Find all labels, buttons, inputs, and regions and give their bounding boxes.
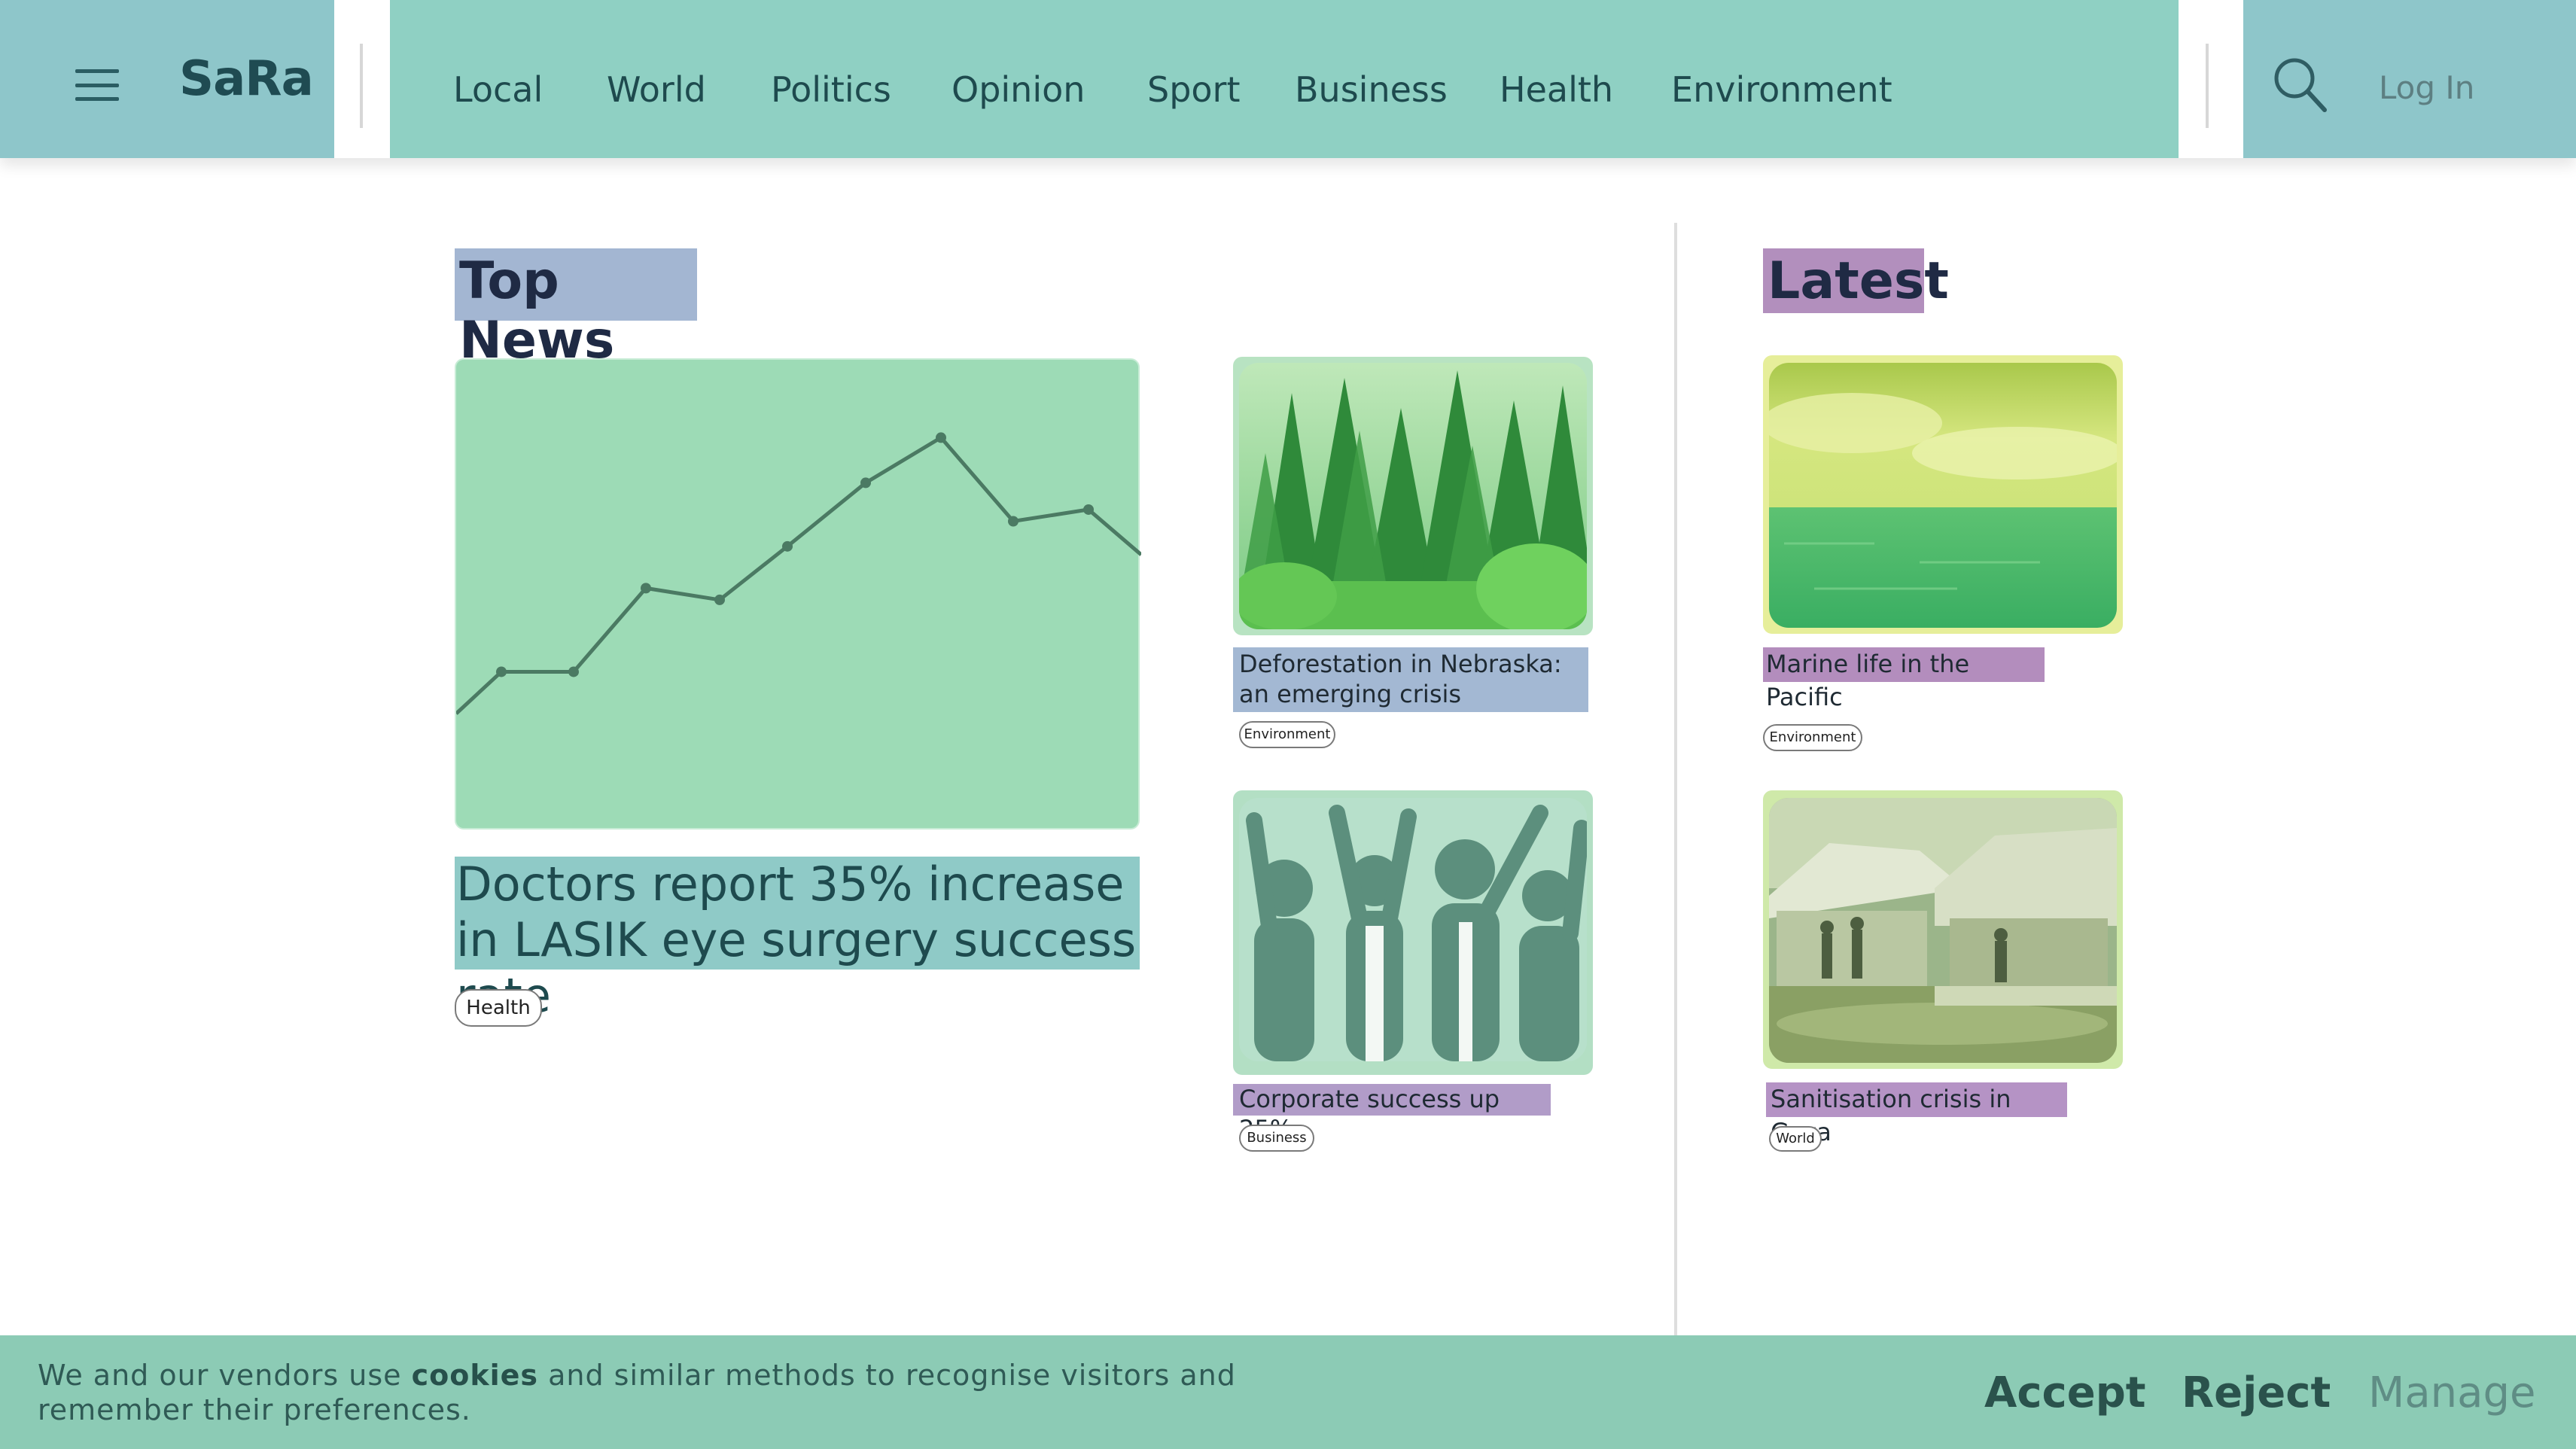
trend-line [455, 435, 1143, 715]
reject-button[interactable]: Reject [2182, 1368, 2331, 1417]
nav-item-opinion[interactable]: Opinion [952, 69, 1085, 110]
nav-item-health[interactable]: Health [1500, 69, 1613, 110]
article-headline[interactable]: Corporate success up 25% [1233, 1084, 1551, 1143]
trend-point [1083, 504, 1094, 515]
trend-point [641, 583, 651, 594]
trend-point [936, 432, 946, 443]
featured-headline[interactable]: Doctors report 35% increase in LASIK eye… [455, 857, 1140, 1023]
nav-item-world[interactable]: World [607, 69, 706, 110]
featured-image[interactable] [455, 358, 1143, 830]
trend-point [714, 594, 725, 605]
celebration-image[interactable] [1239, 798, 1587, 1061]
divider [2206, 44, 2209, 128]
cookie-message: We and our vendors use cookies and simil… [38, 1359, 1236, 1426]
trend-point [496, 666, 507, 677]
article-headline[interactable]: Sanitisation crisis in Gaza [1766, 1082, 2067, 1146]
nav-item-business[interactable]: Business [1295, 69, 1448, 110]
article-headline[interactable]: Deforestation in Nebraska: an emerging c… [1233, 647, 1588, 712]
site-header: SaRa Local World Politics Opinion Sport … [0, 0, 2576, 158]
manage-button[interactable]: Manage [2368, 1368, 2535, 1417]
forest-image[interactable] [1239, 363, 1587, 629]
tag-world[interactable]: World [1769, 1126, 1822, 1152]
nav-item-environment[interactable]: Environment [1671, 69, 1892, 110]
tag-business[interactable]: Business [1239, 1125, 1314, 1152]
divider [360, 44, 363, 128]
menu-icon[interactable] [75, 69, 119, 101]
tag-environment[interactable]: Environment [1239, 721, 1335, 748]
cookie-banner: We and our vendors use cookies and simil… [0, 1335, 2576, 1449]
accept-button[interactable]: Accept [1984, 1368, 2146, 1417]
tag-environment[interactable]: Environment [1763, 724, 1862, 751]
trend-point [1008, 516, 1019, 527]
site-logo[interactable]: SaRa [179, 51, 314, 107]
column-divider [1674, 223, 1677, 1337]
trend-point [782, 540, 793, 552]
trend-chart [455, 432, 1143, 715]
nav-item-sport[interactable]: Sport [1147, 69, 1241, 110]
login-link[interactable]: Log In [2379, 69, 2474, 106]
latest-heading: Latest [1763, 248, 1949, 313]
tag-health[interactable]: Health [455, 989, 542, 1027]
top-news-heading: Top News [455, 248, 697, 370]
trend-point [860, 477, 871, 489]
article-headline[interactable]: Marine life in the Pacific [1763, 647, 2045, 711]
ocean-image[interactable] [1769, 363, 2117, 628]
camp-image[interactable] [1769, 798, 2117, 1063]
nav-item-politics[interactable]: Politics [771, 69, 891, 110]
trend-point [568, 666, 579, 677]
search-icon[interactable] [2270, 54, 2331, 114]
nav-item-local[interactable]: Local [453, 69, 543, 110]
